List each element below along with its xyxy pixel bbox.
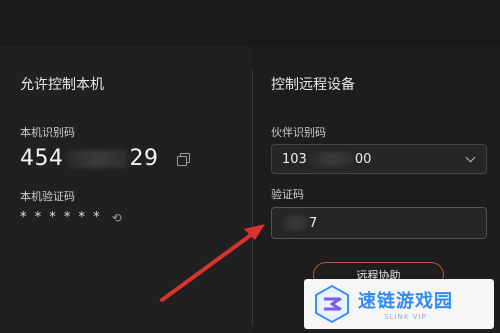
device-code-redaction — [65, 149, 128, 168]
watermark-badge: 速链游戏园 SLINK VIP — [304, 279, 494, 329]
window-top-area — [0, 0, 500, 46]
partner-code-label: 伙伴识别码 — [271, 126, 326, 139]
code-input[interactable]: 7 — [271, 207, 487, 239]
watermark-title: 速链游戏园 — [358, 291, 453, 312]
device-code-suffix: 29 — [129, 146, 159, 171]
watermark-subtitle: SLINK VIP — [384, 313, 427, 321]
verification-row: * * * * * * ⟲ — [20, 210, 122, 225]
partner-code-select[interactable]: 103 00 — [271, 144, 487, 174]
device-code-label: 本机识别码 — [20, 126, 75, 139]
partner-code-redaction — [308, 152, 353, 166]
watermark-logo-icon — [312, 284, 352, 324]
control-remote-title: 控制远程设备 — [271, 77, 355, 93]
verification-label: 本机验证码 — [20, 190, 75, 203]
refresh-icon[interactable]: ⟲ — [112, 211, 122, 225]
copy-icon[interactable] — [176, 152, 190, 166]
partner-code-value: 103 00 — [282, 152, 371, 167]
partner-code-suffix: 00 — [354, 151, 372, 167]
code-redaction — [282, 216, 308, 230]
device-code-prefix: 454 — [20, 146, 64, 171]
device-code-row: 454 29 — [20, 146, 190, 171]
partner-code-prefix: 103 — [282, 151, 307, 167]
verification-value: * * * * * * — [20, 210, 102, 225]
watermark-text: 速链游戏园 SLINK VIP — [358, 287, 453, 321]
code-value: 7 — [282, 216, 317, 231]
panel-divider — [252, 70, 253, 325]
chevron-down-icon[interactable] — [465, 152, 476, 163]
code-label: 验证码 — [271, 188, 304, 201]
allow-control-title: 允许控制本机 — [20, 77, 104, 93]
code-suffix: 7 — [309, 215, 318, 231]
